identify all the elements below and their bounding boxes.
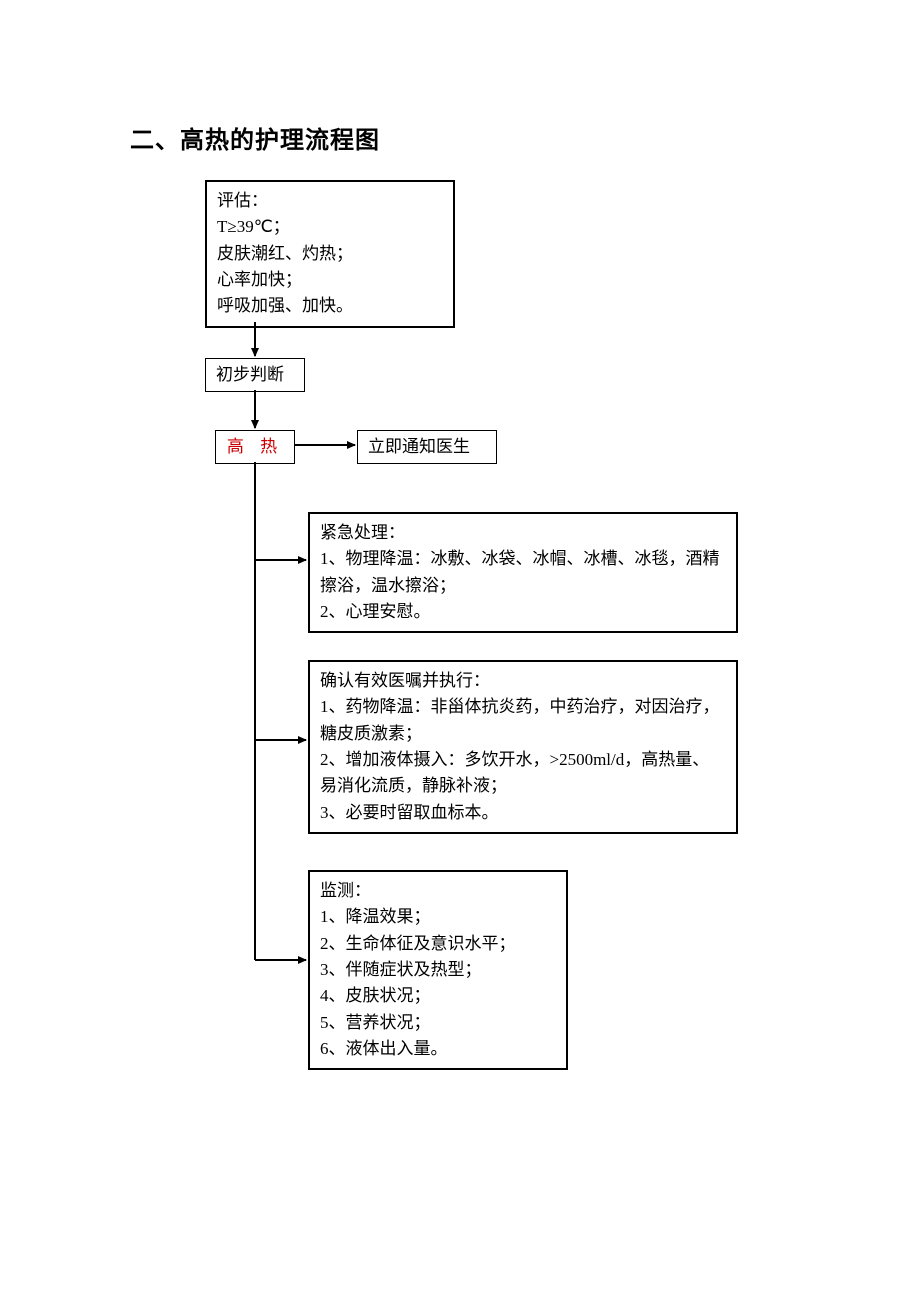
node-monitor: 监测： 1、降温效果； 2、生命体征及意识水平； 3、伴随症状及热型； 4、皮肤… bbox=[308, 870, 568, 1070]
node-highfever: 高 热 bbox=[215, 430, 295, 464]
confirm-header: 确认有效医嘱并执行： bbox=[320, 668, 726, 694]
page-title: 二、高热的护理流程图 bbox=[130, 120, 380, 155]
assess-item-0: T≥39℃； bbox=[217, 214, 443, 240]
assess-header: 评估： bbox=[217, 188, 443, 214]
node-emergency: 紧急处理： 1、物理降温：冰敷、冰袋、冰帽、冰槽、冰毯，酒精擦浴，温水擦浴； 2… bbox=[308, 512, 738, 633]
highfever-label: 高 热 bbox=[227, 437, 283, 456]
emergency-item-1: 2、心理安慰。 bbox=[320, 599, 726, 625]
monitor-item-0: 1、降温效果； bbox=[320, 904, 556, 930]
confirm-item-1: 2、增加液体摄入：多饮开水，>2500ml/d，高热量、易消化流质，静脉补液； bbox=[320, 747, 726, 800]
node-assess: 评估： T≥39℃； 皮肤潮红、灼热； 心率加快； 呼吸加强、加快。 bbox=[205, 180, 455, 328]
monitor-item-2: 3、伴随症状及热型； bbox=[320, 957, 556, 983]
notify-label: 立即通知医生 bbox=[368, 437, 470, 456]
confirm-item-0: 1、药物降温：非甾体抗炎药，中药治疗，对因治疗，糖皮质激素； bbox=[320, 694, 726, 747]
monitor-item-1: 2、生命体征及意识水平； bbox=[320, 931, 556, 957]
node-prelim: 初步判断 bbox=[205, 358, 305, 392]
emergency-item-0: 1、物理降温：冰敷、冰袋、冰帽、冰槽、冰毯，酒精擦浴，温水擦浴； bbox=[320, 546, 726, 599]
node-notify: 立即通知医生 bbox=[357, 430, 497, 464]
monitor-item-3: 4、皮肤状况； bbox=[320, 983, 556, 1009]
confirm-item-2: 3、必要时留取血标本。 bbox=[320, 800, 726, 826]
emergency-header: 紧急处理： bbox=[320, 520, 726, 546]
assess-item-3: 呼吸加强、加快。 bbox=[217, 293, 443, 319]
assess-item-1: 皮肤潮红、灼热； bbox=[217, 241, 443, 267]
assess-item-2: 心率加快； bbox=[217, 267, 443, 293]
flowchart-connectors bbox=[0, 0, 920, 1302]
prelim-label: 初步判断 bbox=[216, 365, 284, 384]
monitor-item-4: 5、营养状况； bbox=[320, 1010, 556, 1036]
monitor-header: 监测： bbox=[320, 878, 556, 904]
node-confirm: 确认有效医嘱并执行： 1、药物降温：非甾体抗炎药，中药治疗，对因治疗，糖皮质激素… bbox=[308, 660, 738, 834]
monitor-item-5: 6、液体出入量。 bbox=[320, 1036, 556, 1062]
